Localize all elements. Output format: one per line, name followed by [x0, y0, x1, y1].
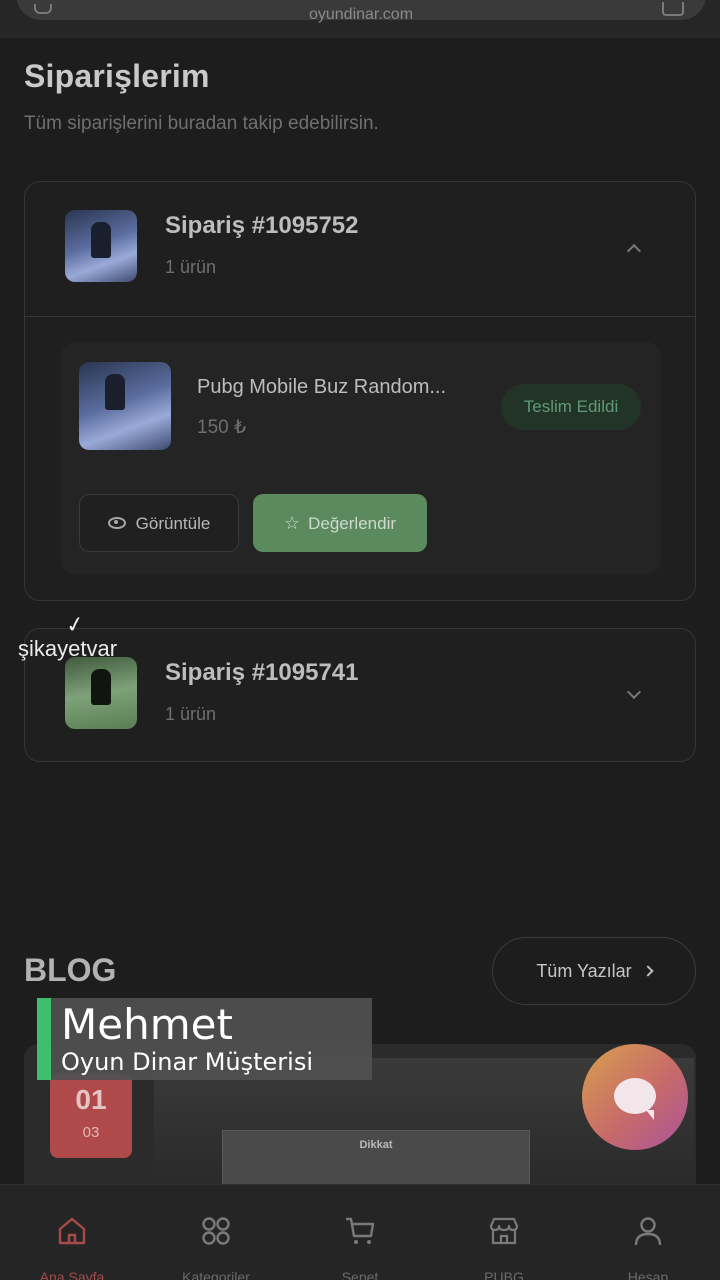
caption-name: Mehmet [61, 1000, 233, 1049]
order-card: Sipariş #1095752 1 ürün Pubg Mobile Buz … [24, 181, 696, 601]
nav-label: Hesap [627, 1269, 669, 1280]
blog-title: BLOG [24, 952, 117, 988]
dialog-title: Dikkat [359, 1139, 393, 1151]
order-thumbnail [65, 210, 137, 282]
status-badge: Teslim Edildi [501, 384, 641, 430]
user-icon [634, 1217, 662, 1246]
order-number: Sipariş #1095741 [165, 659, 359, 686]
nav-item-categories[interactable]: Kategoriler [144, 1185, 288, 1280]
nav-item-account[interactable]: Hesap [576, 1185, 720, 1280]
nav-item-pubg[interactable]: PUBG [432, 1185, 576, 1280]
date-month: 03 [82, 1124, 100, 1141]
nav-label: Kategoriler [182, 1269, 250, 1280]
all-posts-label: Tüm Yazılar [536, 961, 632, 981]
chat-bubble-icon [614, 1078, 656, 1120]
rate-button[interactable]: ☆ Değerlendir [253, 494, 427, 552]
order-thumbnail [65, 657, 137, 729]
divider [25, 316, 695, 317]
grid-icon [202, 1217, 230, 1245]
search-text: oyundinar.com [308, 6, 414, 23]
nav-label: Sepet [341, 1269, 379, 1280]
nav-label: Ana Sayfa [39, 1269, 105, 1280]
top-bar: oyundinar.com [0, 0, 720, 38]
order-item-count: 1 ürün [165, 257, 217, 277]
store-icon [489, 1217, 519, 1245]
video-caption: Mehmet Oyun Dinar Müşterisi [37, 998, 372, 1080]
product-thumbnail [79, 362, 171, 450]
order-card[interactable]: Sipariş #1095741 1 ürün [24, 628, 696, 762]
nav-label: PUBG [484, 1269, 524, 1280]
caption-role: Oyun Dinar Müşterisi [61, 1048, 314, 1076]
order-item-count: 1 ürün [165, 704, 217, 724]
nav-item-cart[interactable]: Sepet [288, 1185, 432, 1280]
blog-card-dialog: Dikkat [222, 1130, 530, 1184]
view-button[interactable]: Görüntüle [79, 494, 239, 552]
order-number: Sipariş #1095752 [165, 212, 359, 239]
view-button-label: Görüntüle [135, 514, 211, 533]
nav-item-home[interactable]: Ana Sayfa [0, 1185, 144, 1280]
order-header[interactable]: Sipariş #1095741 1 ürün [25, 629, 695, 763]
chat-button[interactable] [582, 1044, 688, 1150]
all-posts-button[interactable]: Tüm Yazılar [492, 937, 696, 1005]
star-icon: ☆ [283, 513, 301, 533]
bag-icon[interactable] [662, 2, 684, 16]
product-price: 150 ₺ [197, 417, 247, 438]
product-name: Pubg Mobile Buz Random... [197, 376, 447, 398]
watermark-text: şikayetvar [18, 636, 118, 661]
order-item: Pubg Mobile Buz Random... 150 ₺ Teslim E… [61, 342, 661, 574]
eye-icon [107, 516, 126, 529]
home-icon [58, 1217, 86, 1245]
date-badge: 01 03 [50, 1074, 132, 1158]
cart-icon [346, 1217, 375, 1244]
chevron-right-icon [642, 965, 654, 977]
page-subtitle: Tüm siparişlerini buradan takip edebilir… [24, 113, 379, 134]
date-day: 01 [75, 1084, 107, 1115]
rate-button-label: Değerlendir [308, 514, 397, 533]
chevron-down-icon[interactable] [626, 684, 642, 700]
search-bar[interactable]: oyundinar.com [16, 0, 706, 23]
bottom-nav: Ana Sayfa Kategoriler Sepet PUBG Hesap [0, 1184, 720, 1280]
order-header[interactable]: Sipariş #1095752 1 ürün [25, 182, 695, 316]
page-title: Siparişlerim [24, 58, 210, 94]
chevron-up-icon[interactable] [626, 243, 642, 259]
